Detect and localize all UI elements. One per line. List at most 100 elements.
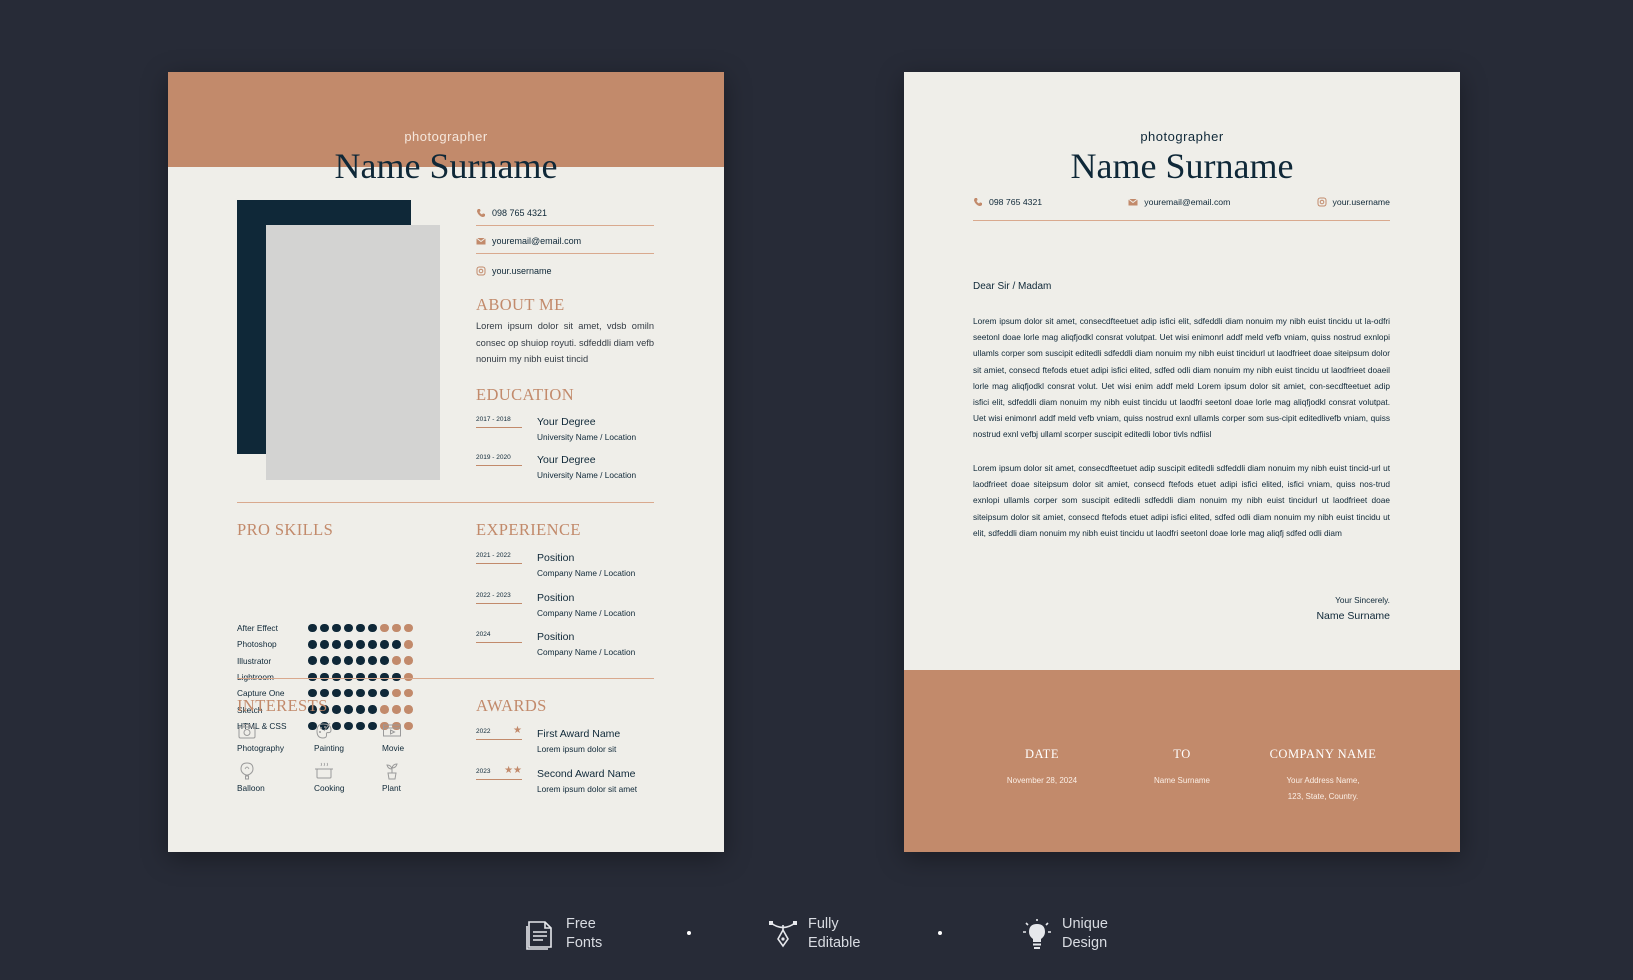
phone-icon xyxy=(476,208,486,218)
experience-date: 2021 - 2022 xyxy=(476,552,522,564)
skill-dot-filled xyxy=(332,656,341,665)
awards-title: AWARDS xyxy=(476,696,547,715)
experience-date: 2024 xyxy=(476,631,522,643)
letter-phone-text: 098 765 4321 xyxy=(989,197,1043,207)
skill-dot-filled xyxy=(344,705,353,714)
interest-label: Balloon xyxy=(237,783,265,793)
section-divider xyxy=(237,678,654,679)
contact-phone-text: 098 765 4321 xyxy=(492,207,548,218)
skill-level-dots xyxy=(308,656,413,665)
feature-line: Free xyxy=(566,916,596,932)
separator-dot xyxy=(687,931,691,935)
salutation: Dear Sir / Madam xyxy=(973,281,1052,292)
skill-row: After Effect xyxy=(237,620,413,636)
skill-name: After Effect xyxy=(237,623,278,633)
skill-level-dots xyxy=(308,640,413,649)
experience-title: EXPERIENCE xyxy=(476,520,581,539)
skill-dot-filled xyxy=(320,623,329,633)
skill-dot-filled xyxy=(356,688,365,698)
skill-dot-empty xyxy=(404,640,413,649)
feature-line: Unique xyxy=(1062,916,1108,932)
skill-dot-filled xyxy=(308,656,317,665)
skill-dot-filled xyxy=(320,656,329,665)
award-date-text: 2022 xyxy=(476,728,491,735)
award-date: 2023 ★★ xyxy=(476,765,522,780)
footer-date: DATE November 28, 2024 xyxy=(962,747,1122,789)
footer-company-label: COMPANY NAME xyxy=(1269,747,1377,761)
skill-dot-empty xyxy=(392,688,401,698)
balloon-icon xyxy=(240,762,254,780)
skill-dot-filled xyxy=(308,672,317,682)
star-icon: ★★ xyxy=(504,765,522,776)
envelope-icon xyxy=(1128,197,1139,207)
star-icon: ★ xyxy=(513,725,522,736)
education-degree: Your Degree xyxy=(537,454,596,466)
envelope-icon xyxy=(476,236,486,246)
skill-row: Illustrator xyxy=(237,653,413,669)
skill-dot-filled xyxy=(332,623,341,633)
photo-placeholder xyxy=(266,225,440,480)
skill-dot-filled xyxy=(356,656,365,665)
feature-text: Free Fonts xyxy=(566,915,602,953)
interest-item: Plant xyxy=(382,762,442,793)
education-place: University Name / Location xyxy=(537,470,637,480)
skill-dot-filled xyxy=(380,656,389,665)
education-item: 2017 - 2018 Your Degree University Name … xyxy=(476,416,656,450)
resume-job-title: photographer xyxy=(404,129,488,144)
skill-dot-filled xyxy=(332,640,341,649)
skill-name: Illustrator xyxy=(237,655,272,666)
contact-phone: 098 765 4321 xyxy=(476,200,654,226)
experience-company: Company Name / Location xyxy=(537,647,636,657)
interest-item: Painting xyxy=(314,722,374,753)
about-text: Lorem ipsum dolor sit amet, vdsb omiln c… xyxy=(476,321,654,364)
cooking-pot-icon xyxy=(315,762,333,779)
feature-line: Fonts xyxy=(566,935,603,951)
letter-contact-bar: 098 765 4321 youremail@email.com your.us… xyxy=(973,197,1390,221)
skill-dot-filled xyxy=(332,688,341,698)
section-divider xyxy=(237,502,654,503)
skill-dot-filled xyxy=(392,640,401,649)
cover-letter-page: photographer Name Surname 098 765 4321 y… xyxy=(904,72,1460,852)
resume-page: photographer Name Surname 098 765 4321 y… xyxy=(168,72,724,852)
skill-dot-filled xyxy=(356,640,365,649)
skill-dot-filled xyxy=(368,672,377,682)
plant-icon xyxy=(386,763,398,780)
skill-dot-filled xyxy=(344,640,353,649)
instagram-icon xyxy=(476,266,486,276)
feature-line: Design xyxy=(1062,935,1108,951)
letter-social-text: your.username xyxy=(1332,197,1390,207)
feature-line: Editable xyxy=(808,935,861,951)
skill-dot-filled xyxy=(320,640,329,649)
award-desc: Lorem ipsum dolor sit amet xyxy=(537,784,638,794)
education-title: EDUCATION xyxy=(476,385,575,404)
skill-dot-filled xyxy=(320,672,329,682)
contact-social-text: your.username xyxy=(492,266,552,276)
skill-dot-filled xyxy=(356,672,365,682)
letter-email-text: youremail@email.com xyxy=(1144,197,1231,207)
education-degree: Your Degree xyxy=(537,416,596,428)
footer-address-line: Your Address Name, xyxy=(1286,776,1360,785)
award-name: Second Award Name xyxy=(537,768,636,780)
interests-title: INTERESTS xyxy=(237,696,328,715)
interest-label: Painting xyxy=(314,743,344,753)
letter-job-title: photographer xyxy=(1140,129,1224,144)
award-item: 2022 ★ First Award Name Lorem ipsum dolor… xyxy=(476,725,656,762)
footer-date-label: DATE xyxy=(1025,747,1059,761)
award-item: 2023 ★★ Second Award Name Lorem ipsum dol… xyxy=(476,765,656,802)
skill-dot-filled xyxy=(368,688,377,698)
skill-row: Photoshop xyxy=(237,636,413,652)
skill-dot-filled xyxy=(368,656,377,665)
interest-label: Movie xyxy=(382,743,405,753)
skill-dot-empty xyxy=(404,623,413,633)
skill-dot-filled xyxy=(356,705,365,714)
skill-name: Lightroom xyxy=(237,671,274,682)
signature-name: Name Surname xyxy=(1316,610,1390,622)
letter-footer-band: DATE November 28, 2024 TO Name Surname C… xyxy=(904,670,1460,852)
letter-contact-social: your.username xyxy=(1317,197,1390,207)
footer-company: COMPANY NAME Your Address Name, 123, Sta… xyxy=(1243,747,1403,805)
instagram-icon xyxy=(1317,197,1327,207)
letter-paragraph-1: Lorem ipsum dolor sit amet, consecdfteet… xyxy=(973,316,1390,440)
letter-contact-email: youremail@email.com xyxy=(1128,197,1230,207)
skills-title: PRO SKILLS xyxy=(237,520,334,539)
award-date: 2022 ★ xyxy=(476,725,522,740)
